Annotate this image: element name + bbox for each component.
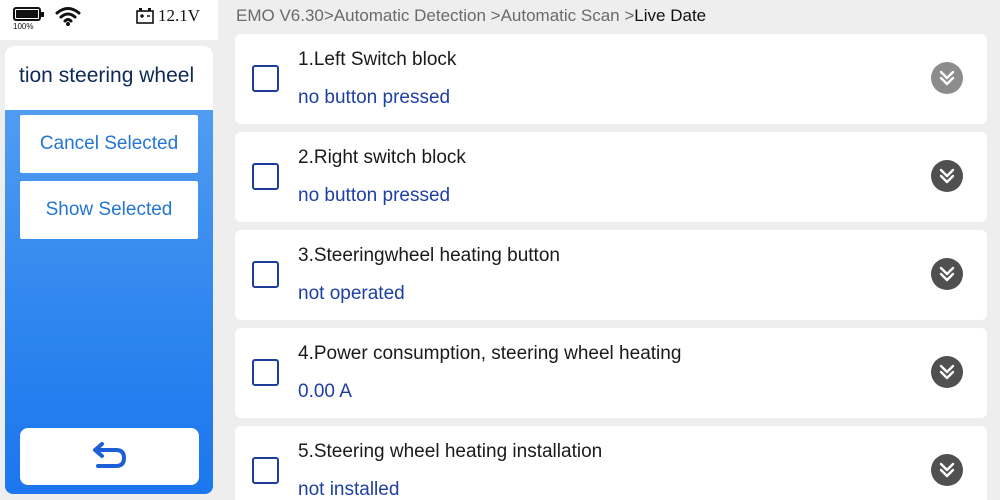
expand-button[interactable] <box>931 454 963 486</box>
expand-button[interactable] <box>931 258 963 290</box>
sidebar-title: tion steering wheel <box>19 64 195 87</box>
cancel-selected-button[interactable]: Cancel Selected <box>20 115 198 173</box>
item-value: not installed <box>298 479 400 500</box>
item-name: 2.Right switch block <box>298 147 466 168</box>
double-chevron-down-icon <box>939 168 955 184</box>
item-value: 0.00 A <box>298 381 352 402</box>
battery-icon <box>13 7 44 21</box>
expand-button[interactable] <box>931 62 963 94</box>
live-data-list: 1.Left Switch block no button pressed 2.… <box>235 34 987 500</box>
battery-percent: 100% <box>13 22 34 31</box>
back-arrow-icon <box>92 441 126 468</box>
list-item[interactable]: 3.Steeringwheel heating button not opera… <box>235 230 987 320</box>
item-checkbox[interactable] <box>252 163 279 190</box>
breadcrumb-current: Live Date <box>634 6 707 25</box>
sidebar: tion steering wheel Cancel Selected Show… <box>5 46 213 494</box>
list-item[interactable]: 4.Power consumption, steering wheel heat… <box>235 328 987 418</box>
expand-button[interactable] <box>931 356 963 388</box>
expand-button[interactable] <box>931 160 963 192</box>
show-selected-button[interactable]: Show Selected <box>20 181 198 239</box>
back-button[interactable] <box>20 428 199 485</box>
item-name: 3.Steeringwheel heating button <box>298 245 560 266</box>
double-chevron-down-icon <box>939 364 955 380</box>
double-chevron-down-icon <box>939 70 955 86</box>
double-chevron-down-icon <box>939 462 955 478</box>
status-bar: 100% 12.1V <box>0 0 218 40</box>
item-checkbox[interactable] <box>252 457 279 484</box>
item-value: not operated <box>298 283 405 304</box>
voltage-readout: 12.1V <box>158 6 201 25</box>
item-checkbox[interactable] <box>252 65 279 92</box>
item-checkbox[interactable] <box>252 261 279 288</box>
item-value: no button pressed <box>298 185 451 206</box>
item-checkbox[interactable] <box>252 359 279 386</box>
item-name: 5.Steering wheel heating installation <box>298 441 603 462</box>
item-name: 1.Left Switch block <box>298 49 457 70</box>
sidebar-header: tion steering wheel <box>5 46 213 110</box>
list-item[interactable]: 1.Left Switch block no button pressed <box>235 34 987 124</box>
breadcrumb: EMO V6.30>Automatic Detection >Automatic… <box>236 6 706 26</box>
double-chevron-down-icon <box>939 266 955 282</box>
breadcrumb-path: EMO V6.30>Automatic Detection >Automatic… <box>236 6 635 25</box>
list-item[interactable]: 2.Right switch block no button pressed <box>235 132 987 222</box>
list-item[interactable]: 5.Steering wheel heating installation no… <box>235 426 987 500</box>
item-name: 4.Power consumption, steering wheel heat… <box>298 343 682 364</box>
car-battery-icon <box>136 8 154 24</box>
item-value: no button pressed <box>298 87 451 108</box>
wifi-icon <box>55 7 81 26</box>
